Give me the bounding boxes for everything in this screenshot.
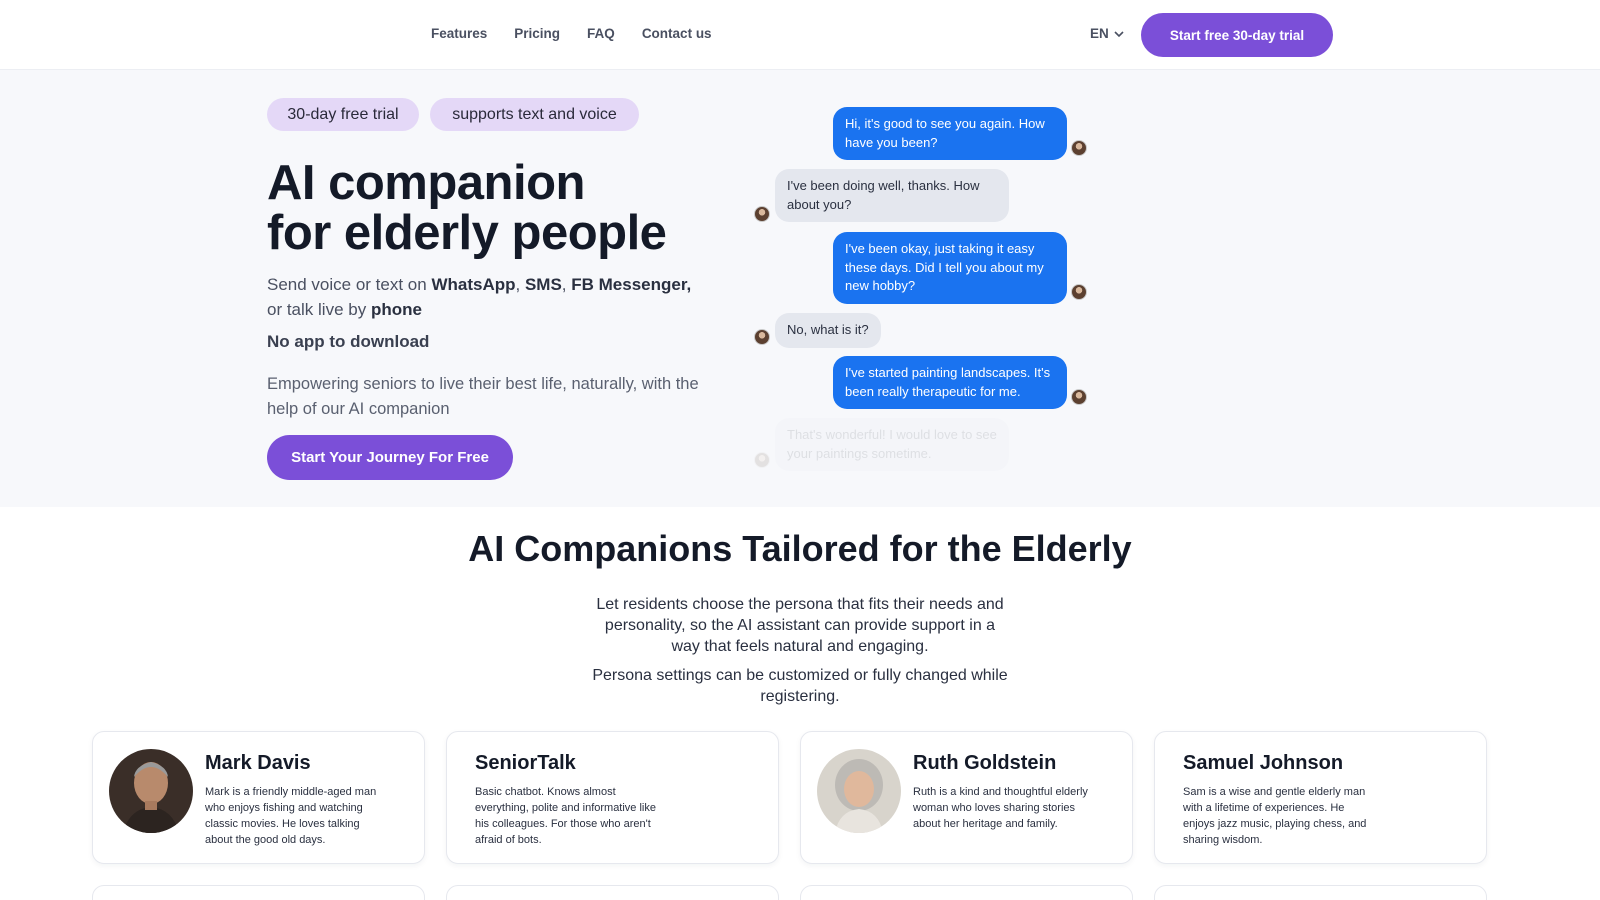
hero-sub-sep: , — [561, 275, 572, 294]
avatar — [1071, 140, 1087, 156]
hero-title-line1: AI companion — [267, 156, 585, 210]
language-label: EN — [1090, 26, 1109, 41]
hero-description: Empowering seniors to live their best li… — [267, 375, 699, 418]
hero-section: 30-day free trial supports text and voic… — [0, 70, 1600, 507]
top-header: Features Pricing FAQ Contact us EN Start… — [0, 0, 1600, 70]
chevron-down-icon — [1114, 30, 1124, 37]
persona-description: Sam is a wise and gentle elderly man wit… — [1183, 786, 1367, 846]
avatar — [754, 329, 770, 345]
personas-section-title: AI Companions Tailored for the Elderly — [468, 528, 1132, 569]
avatar — [754, 452, 770, 468]
woman-portrait-avatar — [817, 749, 901, 833]
hero-title-line2: for elderly people — [267, 206, 667, 260]
sms-label: SMS — [524, 275, 562, 294]
persona-card-samuel-johnson[interactable]: Samuel Johnson Sam is a wise and gentle … — [1154, 731, 1487, 864]
nav-link-contact[interactable]: Contact us — [642, 26, 712, 41]
persona-card[interactable] — [800, 885, 1133, 900]
start-trial-button[interactable]: Start free 30-day trial — [1141, 13, 1333, 57]
avatar — [754, 206, 770, 222]
persona-description: Ruth is a kind and thoughtful elderly wo… — [913, 786, 1088, 830]
chat-bubble-incoming: No, what is it? — [775, 313, 881, 348]
avatar — [1071, 284, 1087, 300]
hero-sub-text: or talk live by — [267, 300, 371, 319]
persona-name: SeniorTalk — [475, 752, 576, 774]
personas-note: Persona settings can be customized or fu… — [592, 667, 1008, 705]
chat-bubble-incoming: That's wonderful! I would love to see yo… — [775, 418, 1009, 471]
whatsapp-label: WhatsApp — [431, 275, 516, 294]
free-trial-badge: 30-day free trial — [267, 98, 419, 131]
chat-bubble-outgoing: I've started painting landscapes. It's b… — [833, 356, 1067, 409]
persona-description: Basic chatbot. Knows almost everything, … — [475, 786, 656, 846]
persona-name: Ruth Goldstein — [913, 752, 1057, 774]
persona-card-seniortalk[interactable]: SeniorTalk Basic chatbot. Knows almost e… — [446, 731, 779, 864]
chat-bubble-outgoing: I've been okay, just taking it easy thes… — [833, 232, 1067, 304]
hero-title: AI companion for elderly people — [267, 156, 667, 260]
chat-bubble-incoming: I've been doing well, thanks. How about … — [775, 169, 1009, 222]
man-portrait-avatar — [109, 749, 193, 833]
hero-subtitle: Send voice or text on WhatsApp, SMS, FB … — [267, 272, 707, 322]
fb-messenger-label: FB Messenger, — [571, 275, 692, 294]
language-selector[interactable]: EN — [1090, 26, 1125, 41]
start-journey-button[interactable]: Start Your Journey For Free — [267, 435, 513, 480]
persona-card[interactable] — [446, 885, 779, 900]
hero-sub-sep: , — [515, 275, 525, 294]
persona-description: Mark is a friendly middle-aged man who e… — [205, 786, 377, 846]
nav-link-faq[interactable]: FAQ — [587, 26, 615, 41]
personas-intro: Let residents choose the persona that fi… — [596, 596, 1004, 655]
avatar — [1071, 389, 1087, 405]
persona-name: Mark Davis — [205, 752, 311, 774]
hero-sub-text: Send voice or text on — [267, 275, 432, 294]
persona-card[interactable] — [92, 885, 425, 900]
persona-card[interactable] — [1154, 885, 1487, 900]
nav-link-pricing[interactable]: Pricing — [514, 26, 560, 41]
no-app-note: No app to download — [267, 332, 430, 351]
persona-name: Samuel Johnson — [1183, 752, 1344, 774]
main-nav: Features Pricing FAQ Contact us — [431, 26, 712, 41]
text-voice-badge: supports text and voice — [430, 98, 639, 131]
persona-card-mark-davis[interactable]: Mark Davis Mark is a friendly middle-age… — [92, 731, 425, 864]
chat-bubble-outgoing: Hi, it's good to see you again. How have… — [833, 107, 1067, 160]
phone-label: phone — [370, 300, 422, 319]
persona-card-ruth-goldstein[interactable]: Ruth Goldstein Ruth is a kind and though… — [800, 731, 1133, 864]
nav-link-features[interactable]: Features — [431, 26, 487, 41]
